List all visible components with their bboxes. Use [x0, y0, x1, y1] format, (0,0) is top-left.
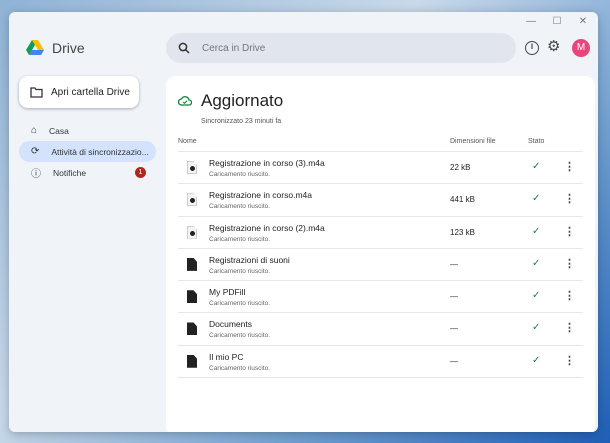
file-status: Caricamento riuscito. — [209, 300, 271, 308]
audio-file-icon — [187, 225, 197, 239]
file-status: Caricamento riuscito. — [209, 332, 271, 340]
pause-icon[interactable]: ‖ — [525, 41, 539, 55]
file-name: My PDFill — [209, 287, 246, 298]
cloud-done-icon — [178, 96, 192, 106]
file-icon — [187, 257, 197, 271]
sidebar-item-label: Casa — [49, 125, 69, 136]
file-size: 22 kB — [450, 163, 471, 172]
table-row[interactable]: Registrazione in corso (3).m4a Caricamen… — [178, 152, 583, 185]
close-button[interactable]: ✕ — [573, 16, 593, 27]
file-list: Registrazione in corso (3).m4a Caricamen… — [178, 151, 583, 379]
file-name: Registrazioni di suoni — [209, 254, 290, 265]
minimize-button[interactable]: — — [521, 16, 541, 27]
file-status: Caricamento riuscito. — [209, 203, 271, 211]
file-name: Documents — [209, 319, 252, 330]
search-icon — [178, 42, 190, 54]
audio-file-icon — [187, 161, 197, 174]
check-icon: ✓ — [532, 257, 541, 269]
sidebar-item-home[interactable]: ⌂ Casa — [19, 120, 156, 141]
drive-logo-icon — [26, 40, 44, 55]
check-icon: ✓ — [532, 322, 541, 334]
file-name: Il mio PC — [209, 351, 244, 362]
check-icon: ✓ — [532, 225, 541, 237]
sidebar-item-label: Attività di sincronizzazio... — [51, 146, 149, 157]
file-status: Caricamento riuscito. — [209, 364, 271, 372]
more-options-icon[interactable]: ⋮ — [564, 257, 575, 270]
more-options-icon[interactable]: ⋮ — [564, 289, 575, 302]
check-icon: ✓ — [532, 354, 541, 366]
sync-panel: Aggiornato Sincronizzato 23 minuti fa No… — [166, 76, 595, 432]
sidebar-item-label: Notifiche — [53, 167, 87, 178]
search-input[interactable] — [202, 42, 482, 54]
open-drive-folder-button[interactable]: Apri cartella Drive — [19, 76, 139, 108]
drive-logo: Drive — [26, 40, 85, 56]
file-icon — [187, 322, 197, 336]
column-header-status: Stato — [528, 138, 545, 145]
notification-badge: 1 — [135, 167, 146, 178]
drive-window: — ☐ ✕ Drive ‖ ⚙ M Apri cartella Drive ⌂ … — [9, 12, 598, 432]
file-size: — — [450, 324, 458, 334]
check-icon: ✓ — [532, 193, 541, 205]
table-row[interactable]: Registrazione in corso (2).m4a Caricamen… — [178, 217, 583, 249]
app-name: Drive — [52, 40, 85, 56]
file-size: — — [450, 259, 458, 269]
column-header-name: Nome — [178, 138, 197, 145]
file-icon — [187, 354, 197, 368]
more-options-icon[interactable]: ⋮ — [564, 354, 575, 367]
file-size: — — [450, 356, 458, 366]
table-row[interactable]: Documents Caricamento riuscito. — ✓ ⋮ — [178, 313, 583, 346]
file-name: Registrazione in corso.m4a — [209, 190, 312, 201]
more-options-icon[interactable]: ⋮ — [564, 225, 575, 238]
file-status: Caricamento riuscito. — [209, 235, 271, 243]
file-size: — — [450, 292, 458, 302]
file-icon — [187, 290, 197, 304]
avatar[interactable]: M — [572, 39, 590, 57]
more-options-icon[interactable]: ⋮ — [564, 321, 575, 334]
file-name: Registrazione in corso (2).m4a — [209, 222, 325, 233]
file-size: 441 kB — [450, 195, 475, 205]
sync-time: Sincronizzato 23 minuti fa — [201, 118, 282, 125]
sync-icon: ⟳ — [31, 146, 40, 157]
file-status: Caricamento riuscito. — [209, 267, 271, 275]
search-bar[interactable] — [166, 33, 516, 63]
table-row[interactable]: My PDFill Caricamento riuscito. — ✓ ⋮ — [178, 281, 583, 314]
open-drive-folder-label: Apri cartella Drive — [51, 86, 130, 98]
home-icon: ⌂ — [31, 125, 38, 136]
column-header-size: Dimensioni file — [450, 138, 496, 145]
page-title: Aggiornato — [201, 91, 284, 110]
more-options-icon[interactable]: ⋮ — [564, 192, 575, 205]
more-options-icon[interactable]: ⋮ — [564, 160, 575, 173]
file-size: 123 kB — [450, 227, 475, 237]
table-row[interactable]: Registrazioni di suoni Caricamento riusc… — [178, 249, 583, 282]
gear-icon[interactable]: ⚙ — [547, 37, 560, 55]
audio-file-icon — [187, 193, 197, 207]
file-name: Registrazione in corso (3).m4a — [209, 158, 325, 168]
check-icon: ✓ — [532, 290, 541, 302]
table-row[interactable]: Registrazione in corso.m4a Caricamento r… — [178, 184, 583, 217]
table-row[interactable]: Il mio PC Caricamento riuscito. — ✓ ⋮ — [178, 346, 583, 379]
sidebar-item-sync-activity[interactable]: ⟳ Attività di sincronizzazio... — [19, 141, 156, 162]
folder-icon — [30, 86, 43, 98]
info-icon: ⓘ — [31, 169, 41, 180]
file-status: Caricamento riuscito. — [209, 171, 271, 178]
sidebar-item-notifications[interactable]: ⓘ Notifiche 1 — [19, 162, 156, 183]
maximize-button[interactable]: ☐ — [547, 16, 567, 27]
check-icon: ✓ — [532, 161, 541, 172]
